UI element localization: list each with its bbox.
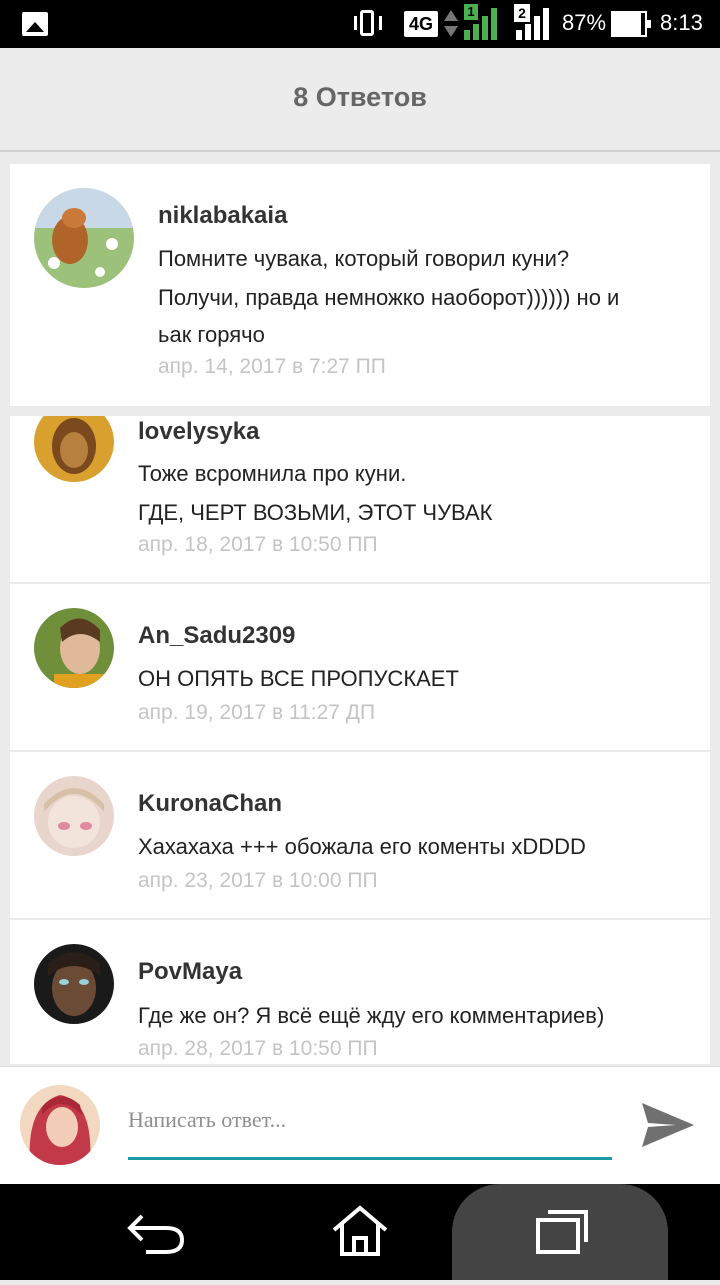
gallery-icon	[22, 12, 48, 36]
comment-text: Получи, правда немножко наоборот)))))) н…	[158, 285, 620, 310]
comment-username[interactable]: niklabakaia	[158, 202, 287, 230]
comment-date: апр. 19, 2017 в 11:27 ДП	[138, 701, 376, 724]
comment-username[interactable]: KuronaChan	[138, 790, 282, 818]
data-arrows-icon	[444, 8, 458, 40]
avatar[interactable]	[34, 416, 114, 482]
avatar[interactable]	[34, 944, 114, 1024]
vibrate-icon	[352, 10, 384, 38]
sim2-label: 2	[514, 4, 530, 22]
comment-text: ОН ОПЯТЬ ВСЕ ПРОПУСКАЕТ	[138, 666, 459, 691]
divider	[10, 582, 710, 584]
status-bar: 4G 1 2 87% 8:13	[0, 0, 720, 48]
reply-bar	[0, 1066, 720, 1184]
avatar[interactable]	[34, 776, 114, 856]
recents-icon[interactable]	[490, 1184, 630, 1280]
comment-text: Где же он? Я всё ещё жду его комментарие…	[138, 1003, 605, 1028]
comment-list: lovelysyka Тоже всромнила про куни. ГДЕ,…	[10, 416, 710, 1064]
comment-text: ьак горячо	[158, 322, 265, 347]
reply-input[interactable]	[128, 1099, 612, 1141]
status-time: 8:13	[660, 10, 703, 35]
back-icon[interactable]	[90, 1184, 230, 1280]
network-4g-icon: 4G	[404, 11, 438, 37]
avatar[interactable]	[34, 608, 114, 688]
comment-text: ГДЕ, ЧЕРТ ВОЗЬМИ, ЭТОТ ЧУВАК	[138, 500, 493, 525]
comment-date: апр. 23, 2017 в 10:00 ПП	[138, 869, 378, 892]
divider	[10, 750, 710, 752]
navigation-bar	[0, 1184, 720, 1280]
battery-icon	[611, 11, 651, 37]
my-avatar	[20, 1085, 100, 1165]
reply-input-underline	[128, 1157, 612, 1160]
send-icon[interactable]	[638, 1097, 698, 1153]
comment-username[interactable]: PovMaya	[138, 958, 242, 986]
comment-username[interactable]: lovelysyka	[138, 418, 259, 446]
battery-percent: 87%	[562, 10, 607, 35]
avatar[interactable]	[34, 188, 134, 288]
sim1-label: 1	[464, 4, 478, 20]
divider	[10, 918, 710, 920]
comment-date: апр. 28, 2017 в 10:50 ПП	[138, 1037, 378, 1060]
comment-date: апр. 18, 2017 в 10:50 ПП	[138, 533, 378, 556]
home-icon[interactable]	[290, 1184, 430, 1280]
comment-text: Хахахаха +++ обожала его коменты xDDDD	[138, 834, 586, 859]
app-header: 8 Ответов	[0, 48, 720, 152]
comment-item: niklabakaia Помните чувака, который гово…	[10, 164, 710, 406]
comment-text: Помните чувака, который говорил куни?	[158, 246, 570, 271]
page-title: 8 Ответов	[293, 82, 427, 112]
comment-date: апр. 14, 2017 в 7:27 ПП	[158, 355, 386, 378]
comment-username[interactable]: An_Sadu2309	[138, 622, 295, 650]
comment-text: Тоже всромнила про куни.	[138, 461, 407, 486]
